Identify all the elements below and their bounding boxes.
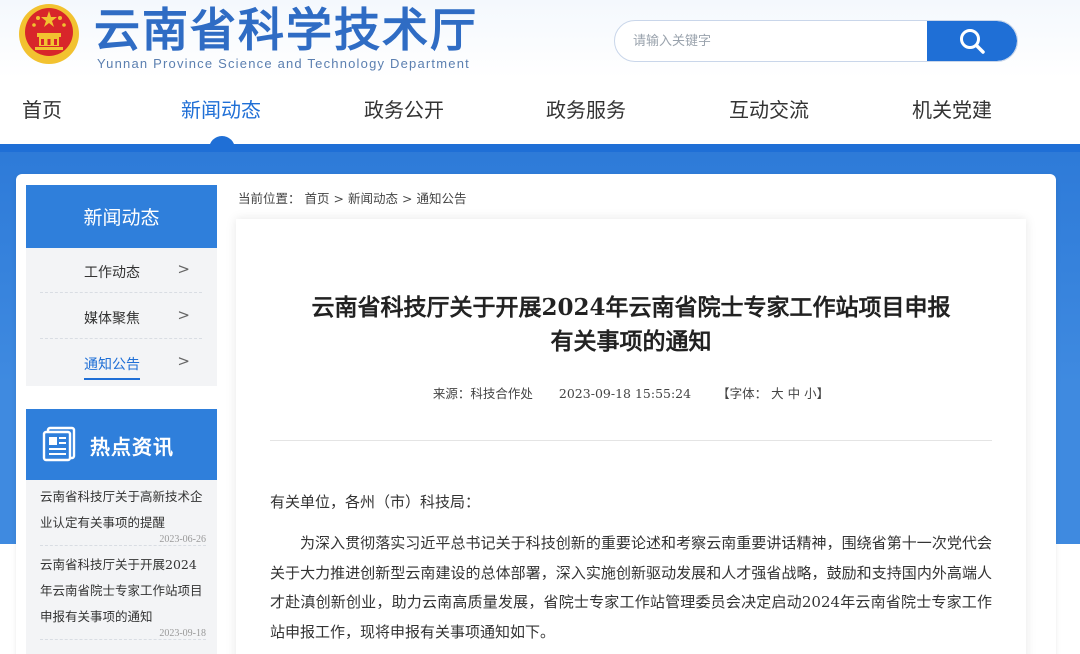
chevron-right-icon: >: [177, 260, 190, 278]
article-title-line: 有关事项的通知: [550, 328, 712, 355]
nav-item-party-building[interactable]: 机关党建: [912, 94, 992, 123]
meta-divider: [270, 440, 992, 441]
hot-news-title: 热点资讯: [90, 435, 174, 459]
font-size-large-button[interactable]: 大: [771, 386, 784, 401]
hot-news-item-title: 云南省科技厅关于开展2024年云南省院士专家工作站项目申报有关事项的通知: [40, 557, 203, 624]
background-strip: [0, 144, 1080, 152]
sidebar-item-media-focus[interactable]: 媒体聚焦 >: [40, 294, 202, 339]
search-icon: [960, 29, 985, 54]
nav-item-gov-services[interactable]: 政务服务: [546, 94, 626, 123]
main-nav: 首页 新闻动态 政务公开 政务服务 互动交流 机关党建: [0, 78, 1080, 144]
font-size-label: 【字体：: [717, 386, 768, 401]
breadcrumb-separator: >: [333, 191, 344, 206]
breadcrumb-current[interactable]: 通知公告: [416, 191, 466, 206]
publish-datetime: 2023-09-18 15:55:24: [558, 386, 692, 401]
document-icon: [42, 426, 76, 462]
sidebar-item-label: 工作动态: [84, 265, 140, 281]
article-title: 云南省科技厅关于开展2024年云南省院士专家工作站项目申报 有关事项的通知: [236, 291, 1026, 359]
font-size-small-button[interactable]: 小: [804, 386, 817, 401]
hot-news-item[interactable]: 云南省科技厅关于开展2024年云南省院士专家工作站项目申报有关事项的通知 202…: [40, 552, 206, 640]
sidebar-menu: 工作动态 > 媒体聚焦 > 通知公告 >: [26, 248, 217, 386]
font-size-medium-button[interactable]: 中: [788, 386, 801, 401]
source-value: 科技合作处: [470, 386, 533, 401]
nav-item-interaction[interactable]: 互动交流: [729, 94, 809, 123]
source-label: 来源：: [432, 386, 471, 401]
sidebar-item-work-news[interactable]: 工作动态 >: [40, 248, 202, 293]
sidebar-item-label: 通知公告: [84, 357, 140, 373]
nav-item-gov-affairs[interactable]: 政务公开: [364, 94, 444, 123]
font-size-end: 】: [816, 386, 830, 401]
search-button[interactable]: [927, 21, 1017, 61]
chevron-right-icon: >: [177, 352, 190, 370]
breadcrumb: 当前位置： 首页 > 新闻动态 > 通知公告: [238, 188, 466, 207]
search-box: [614, 20, 1018, 62]
sidebar-item-notices[interactable]: 通知公告 >: [40, 340, 202, 385]
hot-news-heading: 热点资讯: [26, 409, 217, 480]
nav-active-indicator: [209, 134, 235, 144]
chevron-right-icon: >: [177, 306, 190, 324]
breadcrumb-separator: >: [401, 191, 413, 206]
nav-item-home[interactable]: 首页: [22, 94, 62, 123]
hot-news-item[interactable]: 云南省科技厅关于高新技术企业认定有关事项的提醒 2023-06-26: [40, 484, 206, 546]
site-subtitle: Yunnan Province Science and Technology D…: [97, 56, 470, 71]
sidebar-item-label: 媒体聚焦: [84, 311, 140, 327]
article-paragraph: 为深入贯彻落实习近平总书记关于科技创新的重要论述和考察云南重要讲话精神，围绕省第…: [270, 534, 992, 641]
hot-news-item-title: 云南省科技厅关于高新技术企业认定有关事项的提醒: [40, 489, 203, 530]
breadcrumb-home[interactable]: 首页: [305, 191, 330, 206]
article-title-line: 云南省科技厅关于开展2024年云南省院士专家工作站项目申报: [311, 294, 951, 321]
article-salutation: 有关单位，各州（市）科技局：: [270, 493, 481, 511]
article-meta: 来源：科技合作处 2023-09-18 15:55:24 【字体： 大 中 小】: [236, 383, 1026, 402]
nav-item-news[interactable]: 新闻动态: [181, 94, 261, 123]
hot-news-list: 云南省科技厅关于高新技术企业认定有关事项的提醒 2023-06-26 云南省科技…: [26, 480, 217, 654]
breadcrumb-prefix: 当前位置：: [238, 191, 301, 206]
national-emblem-icon[interactable]: [18, 3, 80, 65]
sidebar-heading: 新闻动态: [26, 185, 217, 248]
article-panel: 云南省科技厅关于开展2024年云南省院士专家工作站项目申报 有关事项的通知 来源…: [236, 219, 1026, 654]
site-header: 云南省科学技术厅 Yunnan Province Science and Tec…: [0, 0, 1080, 78]
site-title[interactable]: 云南省科学技术厅: [94, 4, 478, 56]
search-input[interactable]: [615, 21, 929, 61]
breadcrumb-section[interactable]: 新闻动态: [348, 191, 398, 206]
active-underline: [84, 378, 140, 380]
